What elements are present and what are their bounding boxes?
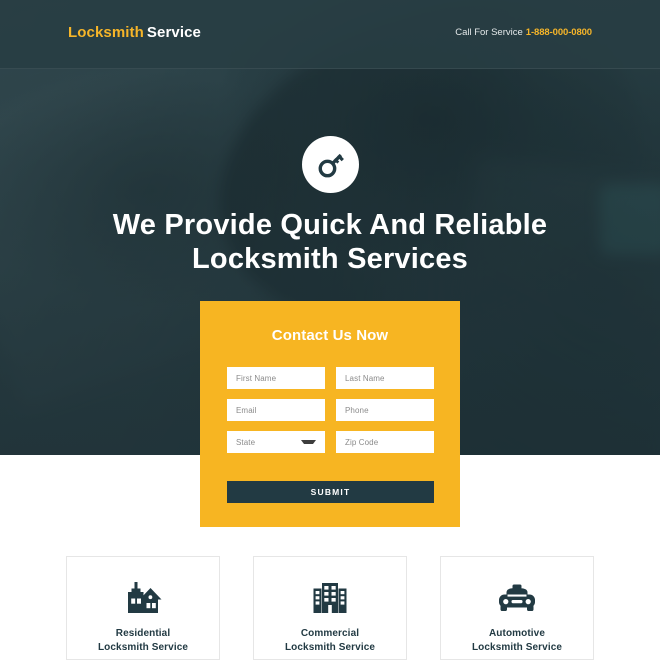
service-card-label: Commercial Locksmith Service xyxy=(285,627,375,654)
logo-secondary-text: Service xyxy=(146,24,202,41)
call-for-service: Call For Service 1-888-000-0800 xyxy=(455,28,592,38)
residential-label-line-1: Residential xyxy=(115,628,171,639)
zip-code-placeholder: Zip Code xyxy=(345,437,379,447)
form-row-location: State Zip Code xyxy=(227,431,434,453)
commercial-label-line-1: Commercial xyxy=(300,628,360,639)
submit-button[interactable]: SUBMIT xyxy=(227,481,434,503)
residential-label-line-2: Locksmith Service xyxy=(97,641,189,653)
key-badge xyxy=(302,136,359,193)
site-logo[interactable]: Locksmith Service xyxy=(68,25,201,40)
last-name-input[interactable]: Last Name xyxy=(336,367,434,389)
state-placeholder: State xyxy=(236,437,256,447)
zip-code-input[interactable]: Zip Code xyxy=(336,431,434,453)
last-name-placeholder: Last Name xyxy=(345,373,385,383)
contact-form-card: Contact Us Now First Name Last Name Emai… xyxy=(200,301,460,527)
service-card-automotive[interactable]: Automotive Locksmith Service xyxy=(440,556,594,660)
logo-primary-text: Locksmith xyxy=(68,24,144,41)
hero-headline: We Provide Quick And Reliable Locksmith … xyxy=(0,208,660,276)
chevron-down-icon xyxy=(301,440,316,444)
automotive-label-line-2: Locksmith Service xyxy=(471,641,563,653)
service-cards: Residential Locksmith Service Commercial… xyxy=(0,556,660,660)
email-input[interactable]: Email xyxy=(227,399,325,421)
service-card-commercial[interactable]: Commercial Locksmith Service xyxy=(253,556,407,660)
headline-line-1: We Provide Quick And Reliable xyxy=(112,209,548,241)
commercial-label-line-2: Locksmith Service xyxy=(284,641,376,653)
phone-input[interactable]: Phone xyxy=(336,399,434,421)
state-select[interactable]: State xyxy=(227,431,325,453)
site-header: Locksmith Service Call For Service 1-888-0… xyxy=(0,0,660,69)
service-card-label: Residential Locksmith Service xyxy=(98,627,188,654)
call-label: Call For Service xyxy=(455,27,523,38)
house-icon xyxy=(123,579,163,619)
phone-number-link[interactable]: 1-888-000-0800 xyxy=(526,27,592,38)
form-row-name: First Name Last Name xyxy=(227,367,434,389)
landing-page: Locksmith Service Call For Service 1-888-0… xyxy=(0,0,660,660)
form-row-contact: Email Phone xyxy=(227,399,434,421)
form-fields: First Name Last Name Email Phone State Z… xyxy=(227,367,434,463)
building-icon xyxy=(310,579,350,619)
first-name-placeholder: First Name xyxy=(236,373,277,383)
first-name-input[interactable]: First Name xyxy=(227,367,325,389)
phone-placeholder: Phone xyxy=(345,405,369,415)
headline-line-2: Locksmith Services xyxy=(191,243,468,276)
service-card-residential[interactable]: Residential Locksmith Service xyxy=(66,556,220,660)
automotive-label-line-1: Automotive xyxy=(488,628,545,639)
key-icon xyxy=(315,149,347,181)
form-title: Contact Us Now xyxy=(271,327,389,344)
email-placeholder: Email xyxy=(236,405,257,415)
service-card-label: Automotive Locksmith Service xyxy=(472,627,562,654)
car-icon xyxy=(496,579,538,619)
